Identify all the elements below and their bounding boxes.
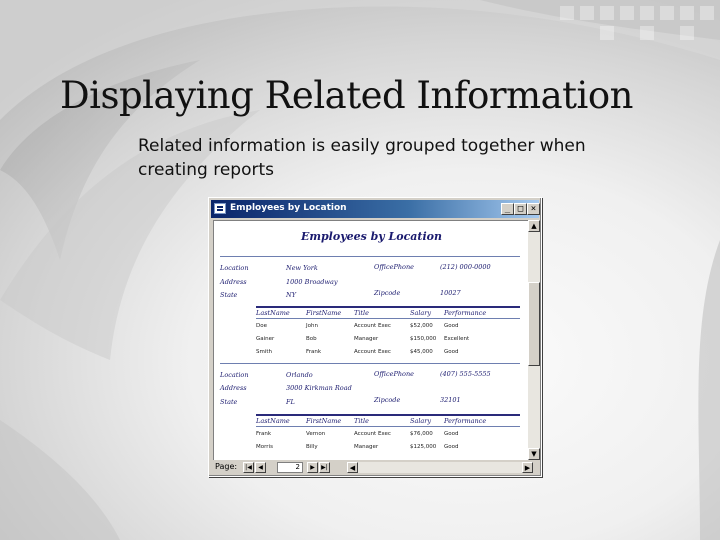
page-label: Page: bbox=[215, 462, 238, 471]
window-titlebar[interactable]: Employees by Location _ □ × bbox=[211, 200, 540, 218]
cell-title: Account Exec bbox=[354, 431, 391, 437]
cell-firstname: Frank bbox=[306, 349, 322, 355]
scroll-up-button[interactable]: ▲ bbox=[528, 220, 540, 232]
column-header: LastName bbox=[256, 417, 290, 425]
location-value: New York bbox=[286, 264, 318, 272]
cell-performance: Good bbox=[444, 349, 459, 355]
state-label: State bbox=[220, 398, 238, 406]
scroll-right-button[interactable]: ▶ bbox=[522, 462, 533, 473]
previous-page-button[interactable]: ◀ bbox=[255, 462, 266, 473]
column-header-rule bbox=[256, 426, 520, 427]
column-header-rule bbox=[256, 414, 520, 416]
column-header: Salary bbox=[410, 417, 432, 425]
cell-salary: $76,000 bbox=[410, 431, 433, 437]
divider bbox=[220, 256, 520, 257]
state-label: State bbox=[220, 291, 238, 299]
maximize-button[interactable]: □ bbox=[514, 203, 527, 215]
scroll-left-button[interactable]: ◀ bbox=[347, 462, 358, 473]
column-header-rule bbox=[256, 306, 520, 308]
cell-firstname: Bob bbox=[306, 336, 317, 342]
cell-salary: $125,000 bbox=[410, 444, 437, 450]
cell-title: Manager bbox=[354, 444, 379, 450]
column-header: Title bbox=[354, 309, 369, 317]
divider bbox=[220, 363, 520, 364]
column-header: FirstName bbox=[306, 417, 342, 425]
report-icon[interactable] bbox=[214, 203, 226, 214]
column-header: Performance bbox=[444, 417, 487, 425]
last-page-button[interactable]: ▶| bbox=[319, 462, 330, 473]
office-phone-label: OfficePhone bbox=[374, 263, 415, 271]
state-value: NY bbox=[286, 291, 296, 299]
column-header: Salary bbox=[410, 309, 432, 317]
first-page-button[interactable]: |◀ bbox=[243, 462, 254, 473]
cell-lastname: Smith bbox=[256, 349, 273, 355]
cell-lastname: Frank bbox=[256, 431, 272, 437]
address-label: Address bbox=[220, 278, 247, 286]
next-page-button[interactable]: ▶ bbox=[307, 462, 318, 473]
location-label: Location bbox=[220, 371, 249, 379]
cell-title: Manager bbox=[354, 336, 379, 342]
cell-lastname: Gainer bbox=[256, 336, 275, 342]
cell-performance: Good bbox=[444, 431, 459, 437]
page-navigation-bar: Page: |◀ ◀ 2 ▶ ▶| ◀ ▶ bbox=[213, 461, 540, 474]
slide-title: Displaying Related Information bbox=[60, 74, 634, 117]
cell-performance: Good bbox=[444, 323, 459, 329]
cell-salary: $150,000 bbox=[410, 336, 437, 342]
cell-lastname: Morris bbox=[256, 444, 273, 450]
cell-salary: $52,000 bbox=[410, 323, 433, 329]
zipcode-label: Zipcode bbox=[374, 396, 401, 404]
cell-lastname: Doe bbox=[256, 323, 267, 329]
location-value: Orlando bbox=[286, 371, 313, 379]
address-value: 3000 Kirkman Road bbox=[286, 384, 352, 392]
column-header: Title bbox=[354, 417, 369, 425]
window-title: Employees by Location bbox=[230, 203, 347, 213]
cell-performance: Excellent bbox=[444, 336, 470, 342]
cell-performance: Good bbox=[444, 444, 459, 450]
office-phone-value: (407) 555-5555 bbox=[440, 370, 491, 378]
vertical-scrollbar[interactable]: ▲ ▼ bbox=[528, 220, 540, 460]
scroll-down-button[interactable]: ▼ bbox=[528, 448, 540, 460]
office-phone-value: (212) 000-0000 bbox=[440, 263, 491, 271]
horizontal-scrollbar[interactable]: ◀ ▶ bbox=[347, 462, 533, 473]
report-title: Employees by Location bbox=[300, 230, 443, 243]
close-button[interactable]: × bbox=[527, 203, 540, 215]
cell-firstname: John bbox=[306, 323, 318, 329]
minimize-button[interactable]: _ bbox=[501, 203, 514, 215]
report-preview[interactable]: Employees by Location Location New York … bbox=[213, 220, 528, 460]
location-label: Location bbox=[220, 264, 249, 272]
slide-body-text: Related information is easily grouped to… bbox=[138, 136, 586, 180]
office-phone-label: OfficePhone bbox=[374, 370, 415, 378]
cell-salary: $45,000 bbox=[410, 349, 433, 355]
zipcode-label: Zipcode bbox=[374, 289, 401, 297]
cell-firstname: Billy bbox=[306, 444, 318, 450]
address-value: 1000 Broadway bbox=[286, 278, 338, 286]
zipcode-value: 10027 bbox=[440, 289, 461, 297]
column-header: LastName bbox=[256, 309, 290, 317]
cell-title: Account Exec bbox=[354, 323, 391, 329]
column-header: Performance bbox=[444, 309, 487, 317]
state-value: FL bbox=[286, 398, 295, 406]
column-header: FirstName bbox=[306, 309, 342, 317]
scroll-thumb[interactable] bbox=[528, 282, 540, 366]
zipcode-value: 32101 bbox=[440, 396, 461, 404]
report-window: Employees by Location _ □ × Employees by… bbox=[208, 197, 542, 477]
cell-firstname: Vernon bbox=[306, 431, 326, 437]
address-label: Address bbox=[220, 384, 247, 392]
column-header-rule bbox=[256, 318, 520, 319]
page-number-input[interactable]: 2 bbox=[277, 462, 303, 473]
cell-title: Account Exec bbox=[354, 349, 391, 355]
